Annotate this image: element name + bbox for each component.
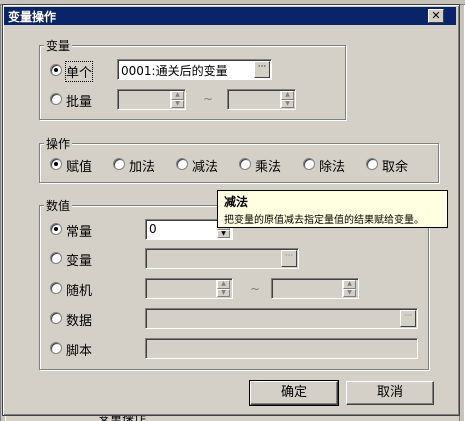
- single-variable-label[interactable]: 单个: [64, 61, 94, 82]
- constant-value: 0: [149, 222, 157, 236]
- value-variable-label[interactable]: 变量: [66, 250, 92, 269]
- close-icon: ✕: [431, 9, 441, 22]
- close-button[interactable]: ✕: [428, 9, 444, 23]
- op-divide-label[interactable]: 除法: [319, 156, 345, 175]
- spin-up-icon[interactable]: ▲: [343, 280, 356, 289]
- random-max-spinner[interactable]: ▲ ▼: [342, 280, 356, 297]
- spin-down-icon[interactable]: ▼: [281, 99, 294, 108]
- value-data-browse-button[interactable]: ···: [400, 310, 416, 327]
- title-bar[interactable]: 变量操作: [4, 7, 456, 25]
- spin-down-icon[interactable]: ▼: [343, 288, 356, 297]
- ellipsis-icon: ···: [403, 311, 413, 321]
- op-add-radio[interactable]: [113, 158, 125, 170]
- spin-down-icon[interactable]: ▼: [217, 288, 230, 297]
- value-data-radio[interactable]: [50, 312, 62, 324]
- batch-variable-label[interactable]: 批量: [66, 91, 92, 110]
- op-modulo-label[interactable]: 取余: [382, 156, 408, 175]
- op-subtract-label[interactable]: 减法: [192, 156, 218, 175]
- single-variable-field[interactable]: 0001:通关后的变量: [117, 59, 272, 80]
- single-variable-browse-button[interactable]: ···: [254, 61, 270, 78]
- subtract-tooltip: 减法 把变量的原值减去指定量值的结果赋给变量。: [217, 190, 448, 228]
- op-assign-radio[interactable]: [50, 158, 62, 170]
- ellipsis-icon: ···: [284, 251, 294, 261]
- op-multiply-label[interactable]: 乘法: [255, 156, 281, 175]
- op-modulo-radio[interactable]: [366, 158, 378, 170]
- value-constant-label[interactable]: 常量: [66, 221, 92, 240]
- random-range-separator: ~: [250, 282, 261, 296]
- value-constant-radio[interactable]: [50, 223, 62, 235]
- batch-start-spinner[interactable]: ▲ ▼: [170, 91, 184, 108]
- cancel-button[interactable]: 取消: [346, 381, 434, 405]
- value-script-label[interactable]: 脚本: [66, 340, 92, 359]
- batch-end-spinner[interactable]: ▲ ▼: [280, 91, 294, 108]
- value-variable-radio[interactable]: [50, 252, 62, 264]
- value-random-radio[interactable]: [50, 282, 62, 294]
- single-variable-value: 0001:通关后的变量: [121, 64, 228, 78]
- spin-up-icon[interactable]: ▲: [171, 91, 184, 100]
- value-variable-browse-button[interactable]: ···: [281, 250, 297, 267]
- batch-variable-radio[interactable]: [50, 93, 62, 105]
- batch-range-separator: ~: [203, 92, 214, 106]
- value-script-radio[interactable]: [50, 342, 62, 354]
- value-data-field[interactable]: [145, 308, 418, 329]
- value-data-label[interactable]: 数据: [66, 310, 92, 329]
- op-divide-radio[interactable]: [303, 158, 315, 170]
- spin-up-icon[interactable]: ▲: [281, 91, 294, 100]
- ok-button[interactable]: 确定: [249, 380, 339, 406]
- value-group-label: 数值: [44, 197, 73, 214]
- value-script-field[interactable]: [145, 338, 418, 359]
- spin-down-icon[interactable]: ▼: [171, 99, 184, 108]
- ellipsis-icon: ···: [257, 62, 267, 72]
- op-assign-label[interactable]: 赋值: [66, 156, 92, 175]
- tooltip-title: 减法: [224, 195, 249, 209]
- spin-up-icon[interactable]: ▲: [217, 280, 230, 289]
- dialog-title: 变量操作: [8, 10, 57, 24]
- op-multiply-radio[interactable]: [239, 158, 251, 170]
- operation-group-label: 操作: [44, 135, 73, 152]
- tooltip-text: 把变量的原值减去指定量值的结果赋给变量。: [224, 215, 424, 226]
- spin-down-icon[interactable]: ▼: [217, 229, 230, 238]
- variable-group-label: 变量: [44, 37, 73, 54]
- single-variable-radio[interactable]: [50, 64, 62, 76]
- value-variable-field[interactable]: [145, 248, 299, 269]
- op-subtract-radio[interactable]: [176, 158, 188, 170]
- random-min-spinner[interactable]: ▲ ▼: [216, 280, 230, 297]
- op-add-label[interactable]: 加法: [129, 156, 155, 175]
- value-random-label[interactable]: 随机: [66, 280, 92, 299]
